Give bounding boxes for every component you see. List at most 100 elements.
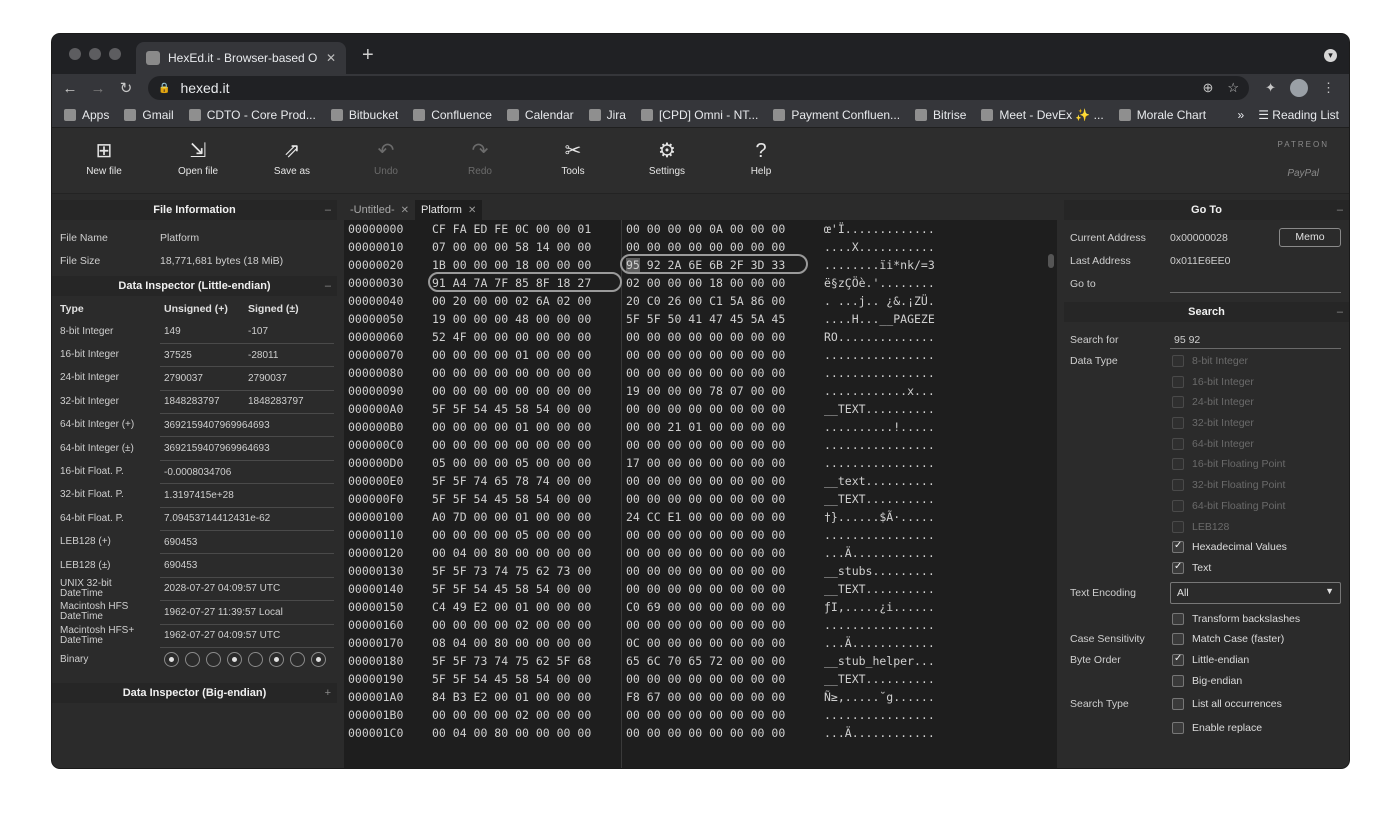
inspector-value[interactable]: 3692159407969964693	[160, 413, 334, 438]
hex-bytes-right[interactable]: 00 00 00 00 00 00 00 00	[626, 240, 785, 254]
hex-text[interactable]: . ...j.. ¿&.¡ZÜ.	[824, 294, 935, 308]
inspector-unsigned-value[interactable]: 37525	[160, 343, 244, 368]
enable-replace-checkbox[interactable]	[1172, 722, 1184, 734]
data-type-option[interactable]: 64-bit Floating Point	[1064, 496, 1349, 517]
hex-text[interactable]: Ñ≥,.....˘g......	[824, 690, 935, 704]
back-arrow-icon[interactable]: ←	[56, 80, 84, 97]
hex-text[interactable]: ............x...	[824, 384, 935, 398]
inspector-value[interactable]: 690453	[160, 530, 334, 555]
hex-text[interactable]: ................	[824, 528, 935, 542]
open-file-button[interactable]: ⇲ Open file	[163, 138, 233, 177]
goto-header[interactable]: Go To –	[1064, 200, 1349, 220]
hex-bytes-left[interactable]: C4 49 E2 00 01 00 00 00	[432, 600, 591, 614]
bookmark-item[interactable]: Payment Confluen...	[773, 108, 900, 122]
collapse-icon[interactable]: –	[325, 200, 331, 220]
hex-bytes-left[interactable]: 52 4F 00 00 00 00 00 00	[432, 330, 591, 344]
big-endian-header[interactable]: Data Inspector (Big-endian) +	[52, 682, 337, 703]
hex-bytes-right[interactable]: 00 00 00 00 00 00 00 00	[626, 546, 785, 560]
inspector-value[interactable]: 1962-07-27 04:09:57 UTC	[160, 624, 334, 648]
hex-bytes-left[interactable]: 5F 5F 54 45 58 54 00 00	[432, 672, 591, 686]
bit-radio[interactable]	[269, 651, 284, 667]
hex-bytes-left[interactable]: 5F 5F 74 65 78 74 00 00	[432, 474, 591, 488]
bookmark-item[interactable]: Morale Chart	[1118, 108, 1206, 122]
redo-button[interactable]: ↷ Redo	[445, 138, 515, 177]
inspector-value[interactable]: 1.3197415e+28	[160, 483, 334, 508]
hex-bytes-left[interactable]: CF FA ED FE 0C 00 00 01	[432, 222, 591, 236]
help-button[interactable]: ? Help	[726, 138, 796, 177]
hex-text[interactable]: RO..............	[824, 330, 935, 344]
new-file-button[interactable]: ⊞ New file	[69, 138, 139, 177]
hex-bytes-right[interactable]: 19 00 00 00 78 07 00 00	[626, 384, 785, 398]
hex-text[interactable]: ..........!.....	[824, 420, 935, 434]
hex-text[interactable]: œ'Ï.............	[824, 222, 935, 236]
data-type-checkbox[interactable]	[1172, 479, 1184, 492]
hex-text[interactable]: ................	[824, 438, 935, 452]
reading-list-button[interactable]: ☰ Reading List	[1258, 108, 1339, 122]
data-type-checkbox[interactable]	[1172, 458, 1184, 471]
data-type-checkbox[interactable]	[1172, 355, 1184, 367]
hex-text[interactable]: __TEXT..........	[824, 672, 935, 686]
data-type-option[interactable]: 32-bit Floating Point	[1064, 475, 1349, 496]
hex-bytes-right[interactable]: F8 67 00 00 00 00 00 00	[626, 690, 785, 704]
expand-icon[interactable]: +	[325, 683, 331, 703]
hex-text[interactable]: __stub_helper...	[824, 654, 935, 668]
data-type-option[interactable]: Hexadecimal Values	[1064, 537, 1349, 558]
data-type-option[interactable]: LEB128	[1064, 517, 1349, 538]
inspector-value[interactable]: 3692159407969964693	[160, 436, 334, 461]
hex-text[interactable]: ....X...........	[824, 240, 935, 254]
file-info-header[interactable]: File Information –	[52, 200, 337, 220]
hex-bytes-left[interactable]: 5F 5F 54 45 58 54 00 00	[432, 402, 591, 416]
case-row[interactable]: Case Sensitivity Match Case (faster)	[1064, 629, 1349, 650]
extensions-puzzle-icon[interactable]: ✦	[1265, 80, 1276, 96]
settings-button[interactable]: ⚙ Settings	[632, 138, 702, 177]
list-all-checkbox[interactable]	[1172, 698, 1184, 711]
hex-bytes-right[interactable]: 02 00 00 00 18 00 00 00	[626, 276, 785, 290]
hex-bytes-right[interactable]: 00 00 00 00 00 00 00 00	[626, 474, 785, 488]
big-endian-checkbox[interactable]	[1172, 674, 1184, 687]
hex-bytes-left[interactable]: 00 00 00 00 00 00 00 00	[432, 366, 591, 380]
bit-radio[interactable]	[185, 651, 200, 667]
hex-bytes-right[interactable]: 00 00 00 00 00 00 00 00	[626, 402, 785, 416]
browser-menu-icon[interactable]: ⋮	[1322, 80, 1335, 96]
inspector-value[interactable]: 2028-07-27 04:09:57 UTC	[160, 577, 334, 602]
new-tab-button[interactable]: +	[362, 44, 374, 67]
little-endian-checkbox[interactable]	[1172, 653, 1184, 666]
bookmark-item[interactable]: Apps	[64, 108, 109, 122]
data-type-option[interactable]: 16-bit Floating Point	[1064, 454, 1349, 475]
tab-search-icon[interactable]: ▾	[1324, 49, 1337, 62]
hex-bytes-right[interactable]: 00 00 00 00 00 00 00 00	[626, 672, 785, 686]
inspector-value[interactable]: -0.0008034706	[160, 460, 334, 485]
bit-radio[interactable]	[311, 651, 326, 667]
hex-bytes-right[interactable]: 00 00 00 00 00 00 00 00	[626, 528, 785, 542]
bit-radio[interactable]	[164, 651, 179, 667]
hex-bytes-left[interactable]: 00 00 00 00 05 00 00 00	[432, 528, 591, 542]
data-type-option[interactable]: 32-bit Integer	[1064, 413, 1349, 434]
lock-icon[interactable]: 🔒	[158, 83, 170, 94]
hex-text[interactable]: †}......$Ã·.....	[824, 510, 935, 524]
hex-text[interactable]: ................	[824, 708, 935, 722]
bookmark-item[interactable]: Meet - DevEx ✨ ...	[981, 108, 1104, 122]
bookmark-item[interactable]: Bitrise	[915, 108, 966, 122]
data-type-checkbox[interactable]	[1172, 375, 1184, 388]
hex-text[interactable]: ........ïi*nk/=3	[824, 258, 935, 272]
hex-bytes-left[interactable]: 00 00 00 00 00 00 00 00	[432, 384, 591, 398]
hex-text[interactable]: ................	[824, 456, 935, 470]
install-app-icon[interactable]: ⊕	[1202, 80, 1213, 96]
hex-view[interactable]: 000001C0 00 04 00 80 00 00 00 00 00 00 00 …	[344, 220, 1057, 768]
byte-order-row[interactable]: Byte Order Little-endian	[1064, 650, 1349, 671]
undo-button[interactable]: ↶ Undo	[351, 138, 421, 177]
data-type-checkbox[interactable]	[1172, 499, 1184, 512]
hex-text[interactable]: ...Ä............	[824, 726, 935, 740]
minimize-window-button[interactable]	[89, 48, 101, 60]
hex-bytes-left[interactable]: 5F 5F 73 74 75 62 73 00	[432, 564, 591, 578]
match-case-checkbox[interactable]	[1172, 633, 1184, 646]
hex-bytes-right[interactable]: 00 00 00 00 00 00 00 00	[626, 330, 785, 344]
inspector-unsigned-value[interactable]: 149	[160, 320, 244, 344]
search-input[interactable]: 95 92	[1174, 334, 1200, 346]
tools-button[interactable]: ✂ Tools	[538, 138, 608, 177]
hex-text[interactable]: ë§zÇÖè.'........	[824, 276, 935, 290]
hex-text[interactable]: ................	[824, 618, 935, 632]
bit-radio[interactable]	[248, 651, 263, 667]
hex-bytes-right[interactable]: 20 C0 26 00 C1 5A 86 00	[626, 294, 785, 308]
hex-bytes-right[interactable]: 00 00 00 00 00 00 00 00	[626, 438, 785, 452]
